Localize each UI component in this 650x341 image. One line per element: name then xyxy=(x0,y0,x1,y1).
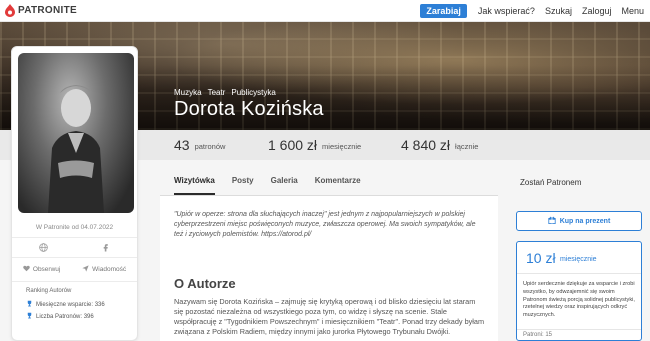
facebook-icon[interactable] xyxy=(100,241,112,253)
category-theatre[interactable]: Teatr xyxy=(208,88,226,97)
message-label: Wiadomość xyxy=(92,266,127,273)
observe-label: Obserwuj xyxy=(32,266,61,273)
tab-comments[interactable]: Komentarze xyxy=(315,176,361,195)
trophy-icon xyxy=(26,300,33,309)
tier-card-10[interactable]: 10 zł miesięcznie Upiór serdecznie dzięk… xyxy=(516,241,642,341)
heart-icon xyxy=(23,265,30,274)
tab-profile[interactable]: Wizytówka xyxy=(174,176,215,195)
tier-description: Upiór serdecznie dziękuje za wsparcie i … xyxy=(523,281,635,319)
top-navbar: PATRONITE Zarabiaj Jak wspierać? Szukaj … xyxy=(0,0,650,22)
creator-categories: Muzyka Teatr Publicystyka xyxy=(174,88,276,97)
earn-button[interactable]: Zarabiaj xyxy=(420,3,467,18)
message-button[interactable]: Wiadomość xyxy=(82,265,126,274)
stat-monthly: 1 600 zł miesięcznie xyxy=(268,130,361,160)
logo-text: PATRONITE xyxy=(18,5,77,16)
tier-patron-count: Patroni: 15 xyxy=(523,332,553,338)
patronite-logo[interactable]: PATRONITE xyxy=(5,4,77,17)
social-links xyxy=(12,241,137,253)
observe-button[interactable]: Obserwuj xyxy=(23,265,60,274)
nav-link-login[interactable]: Zaloguj xyxy=(582,6,612,16)
category-music[interactable]: Muzyka xyxy=(174,88,202,97)
profile-actions: Obserwuj Wiadomość xyxy=(12,265,137,274)
support-sidebar: Zostań Patronem Kup na prezent 10 zł mie… xyxy=(510,160,650,341)
buy-as-gift-button[interactable]: Kup na prezent xyxy=(516,211,642,231)
nav-link-how-to-support[interactable]: Jak wspierać? xyxy=(478,6,535,16)
creator-portrait xyxy=(18,53,134,213)
stat-patrons-value: 43 xyxy=(174,137,190,153)
send-icon xyxy=(82,265,89,274)
about-author-text: Nazywam się Dorota Kozińska – zajmuję si… xyxy=(174,297,485,336)
tier-price: 10 zł xyxy=(526,250,556,266)
gift-icon xyxy=(548,216,556,226)
nav-link-menu[interactable]: Menu xyxy=(621,6,644,16)
stat-total-value: 4 840 zł xyxy=(401,137,451,153)
tab-posts[interactable]: Posty xyxy=(232,176,254,195)
tab-gallery[interactable]: Galeria xyxy=(271,176,298,195)
about-author-heading: O Autorze xyxy=(174,276,236,291)
profile-tabs: Wizytówka Posty Galeria Komentarze xyxy=(174,176,378,195)
profile-quote: "Upiór w operze: strona dla słuchających… xyxy=(174,211,476,238)
creator-name: Dorota Kozińska xyxy=(174,98,324,120)
ranking-patron-count: Liczba Patronów: 396 xyxy=(26,312,94,321)
stat-monthly-label: miesięcznie xyxy=(322,142,362,151)
stat-patrons: 43 patronów xyxy=(174,130,225,160)
profile-content: "Upiór w operze: strona dla słuchających… xyxy=(160,196,498,341)
stat-patrons-label: patronów xyxy=(194,142,226,151)
stat-monthly-value: 1 600 zł xyxy=(268,137,318,153)
ranking-patron-count-text: Liczba Patronów: 396 xyxy=(36,313,94,320)
buy-as-gift-label: Kup na prezent xyxy=(559,217,611,225)
stat-total-label: łącznie xyxy=(455,142,479,151)
ranking-monthly-support: Miesięczne wsparcie: 336 xyxy=(26,300,105,309)
ranking-monthly-support-text: Miesięczne wsparcie: 336 xyxy=(36,301,105,308)
stat-total: 4 840 zł łącznie xyxy=(401,130,478,160)
become-patron-heading: Zostań Patronem xyxy=(520,178,582,187)
nav-link-search[interactable]: Szukaj xyxy=(545,6,572,16)
trophy-icon xyxy=(26,312,33,321)
profile-card: W Patronite od 04.07.2022 Obserwuj Wiado… xyxy=(11,46,138,341)
globe-icon[interactable] xyxy=(37,241,49,253)
member-since: W Patronite od 04.07.2022 xyxy=(35,224,114,231)
category-journalism[interactable]: Publicystyka xyxy=(231,88,275,97)
tier-unit: miesięcznie xyxy=(560,256,597,263)
ranking-title: Ranking Autorów xyxy=(26,288,72,294)
patronite-logo-icon xyxy=(5,4,15,17)
